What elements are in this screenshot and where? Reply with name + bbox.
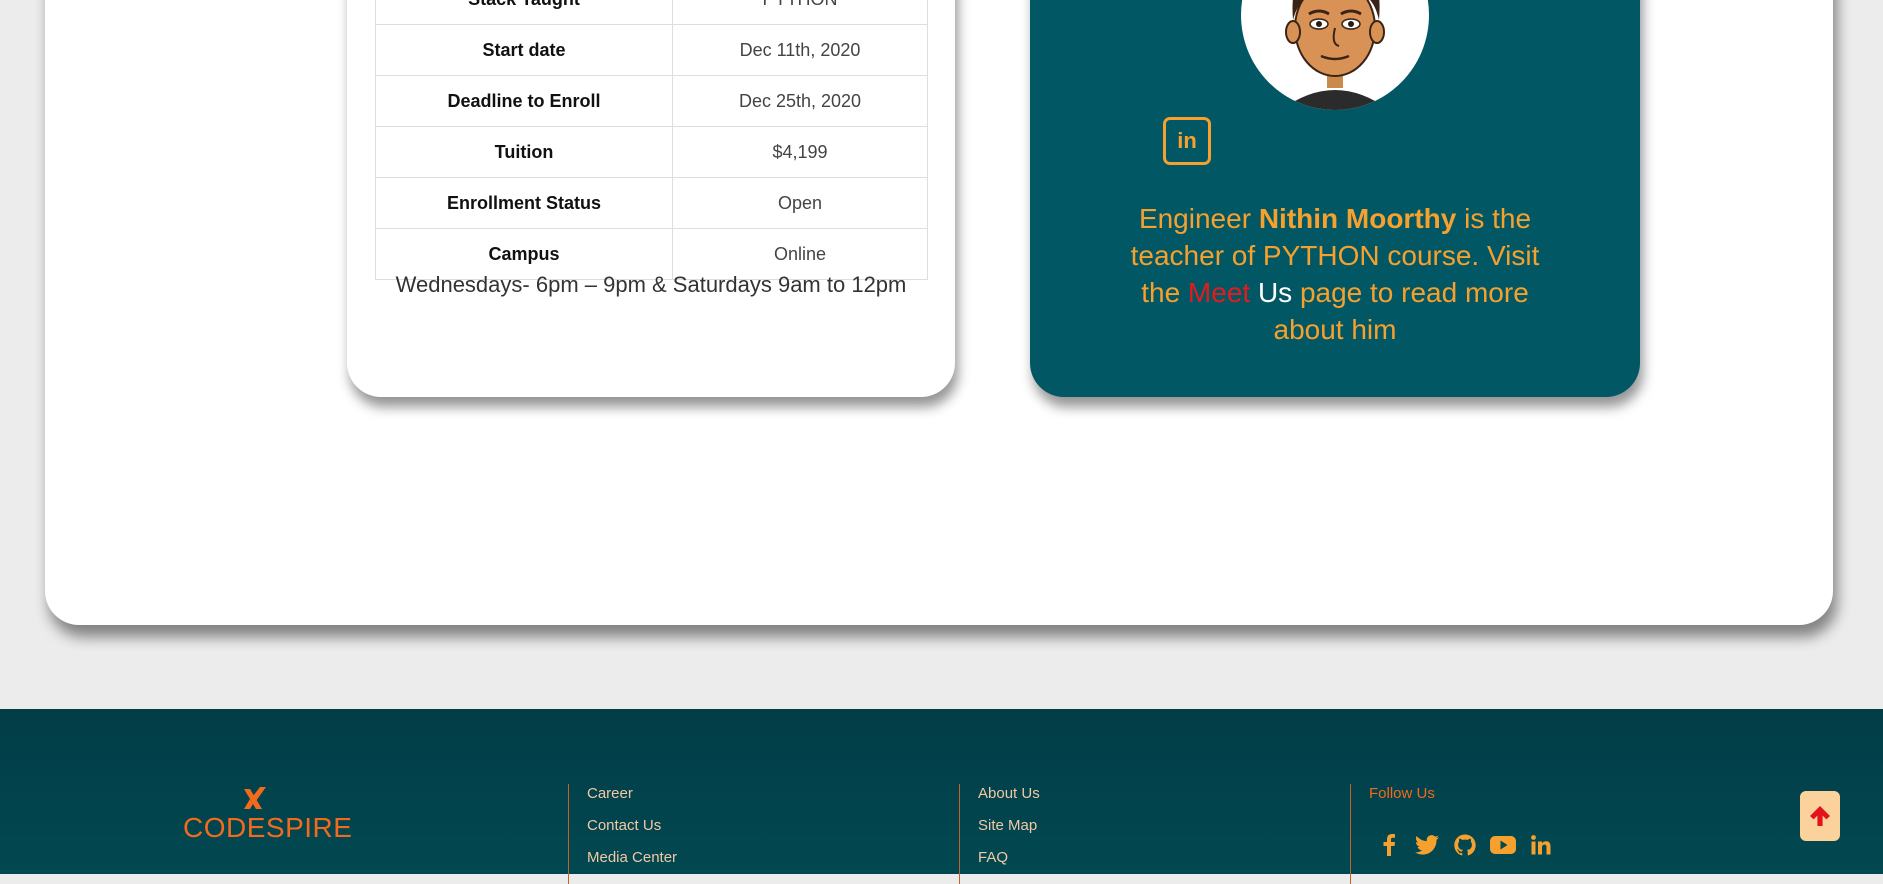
scroll-to-top-button[interactable]	[1800, 791, 1840, 841]
bio-prefix: Engineer	[1138, 203, 1259, 234]
footer-link-site-map[interactable]: Site Map	[978, 816, 1040, 848]
footer-link-career[interactable]: Career	[587, 784, 677, 816]
brand-name: CODESPIRE	[183, 812, 353, 843]
row-label: Tuition	[375, 126, 673, 178]
teacher-avatar	[1241, 0, 1429, 110]
footer-link-media-center[interactable]: Media Center	[587, 848, 677, 880]
facebook-icon[interactable]	[1375, 832, 1402, 858]
footer-link-faq[interactable]: FAQ	[978, 848, 1040, 880]
row-value: Dec 11th, 2020	[672, 24, 928, 76]
table-row: Deadline to Enroll Dec 25th, 2020	[375, 75, 928, 127]
us-link[interactable]: Us	[1250, 277, 1292, 308]
social-links	[1375, 832, 1554, 858]
teacher-avatar-illustration	[1281, 0, 1389, 110]
row-label: Enrollment Status	[375, 177, 673, 229]
teacher-name: Nithin Moorthy	[1258, 203, 1457, 234]
row-value: Dec 25th, 2020	[672, 75, 928, 127]
table-row: Start date Dec 11th, 2020	[375, 24, 928, 76]
youtube-icon[interactable]	[1489, 832, 1516, 858]
arrow-up-icon	[1810, 806, 1830, 826]
footer-link-about-us[interactable]: About Us	[978, 784, 1040, 816]
footer-link-contact-us[interactable]: Contact Us	[587, 816, 677, 848]
footer-links-column-2: About Us Site Map FAQ	[959, 784, 1040, 884]
site-footer: CODESPIRE Career Contact Us Media Center…	[0, 709, 1883, 884]
footer-links-column-1: Career Contact Us Media Center	[568, 784, 677, 884]
bio-suffix: page to read more about him	[1273, 277, 1529, 345]
teacher-bio: Engineer Nithin Moorthy is the teacher o…	[1120, 200, 1550, 348]
codespire-logo-icon	[244, 787, 266, 809]
table-row: Stack Taught PYTHON	[375, 0, 928, 25]
table-row: Enrollment Status Open	[375, 177, 928, 229]
teacher-card: in Engineer Nithin Moorthy is the teache…	[1030, 0, 1640, 397]
class-schedule: Wednesdays- 6pm – 9pm & Saturdays 9am to…	[395, 272, 907, 297]
row-value: $4,199	[672, 126, 928, 178]
row-label: Stack Taught	[375, 0, 673, 25]
course-info-card: Stack Taught PYTHON Start date Dec 11th,…	[347, 0, 955, 397]
row-label: Deadline to Enroll	[375, 75, 673, 127]
main-content-card: Stack Taught PYTHON Start date Dec 11th,…	[45, 0, 1833, 625]
row-value: PYTHON	[672, 0, 928, 25]
follow-us-heading: Follow Us	[1369, 785, 1435, 802]
row-value: Open	[672, 177, 928, 229]
linkedin-icon[interactable]: in	[1163, 117, 1211, 165]
row-label: Start date	[375, 24, 673, 76]
meet-link[interactable]: Meet	[1188, 277, 1250, 308]
linkedin-icon[interactable]	[1527, 832, 1554, 858]
github-icon[interactable]	[1451, 832, 1478, 858]
course-details-table: Stack Taught PYTHON Start date Dec 11th,…	[375, 0, 928, 280]
table-row: Tuition $4,199	[375, 126, 928, 178]
twitter-icon[interactable]	[1413, 832, 1440, 858]
